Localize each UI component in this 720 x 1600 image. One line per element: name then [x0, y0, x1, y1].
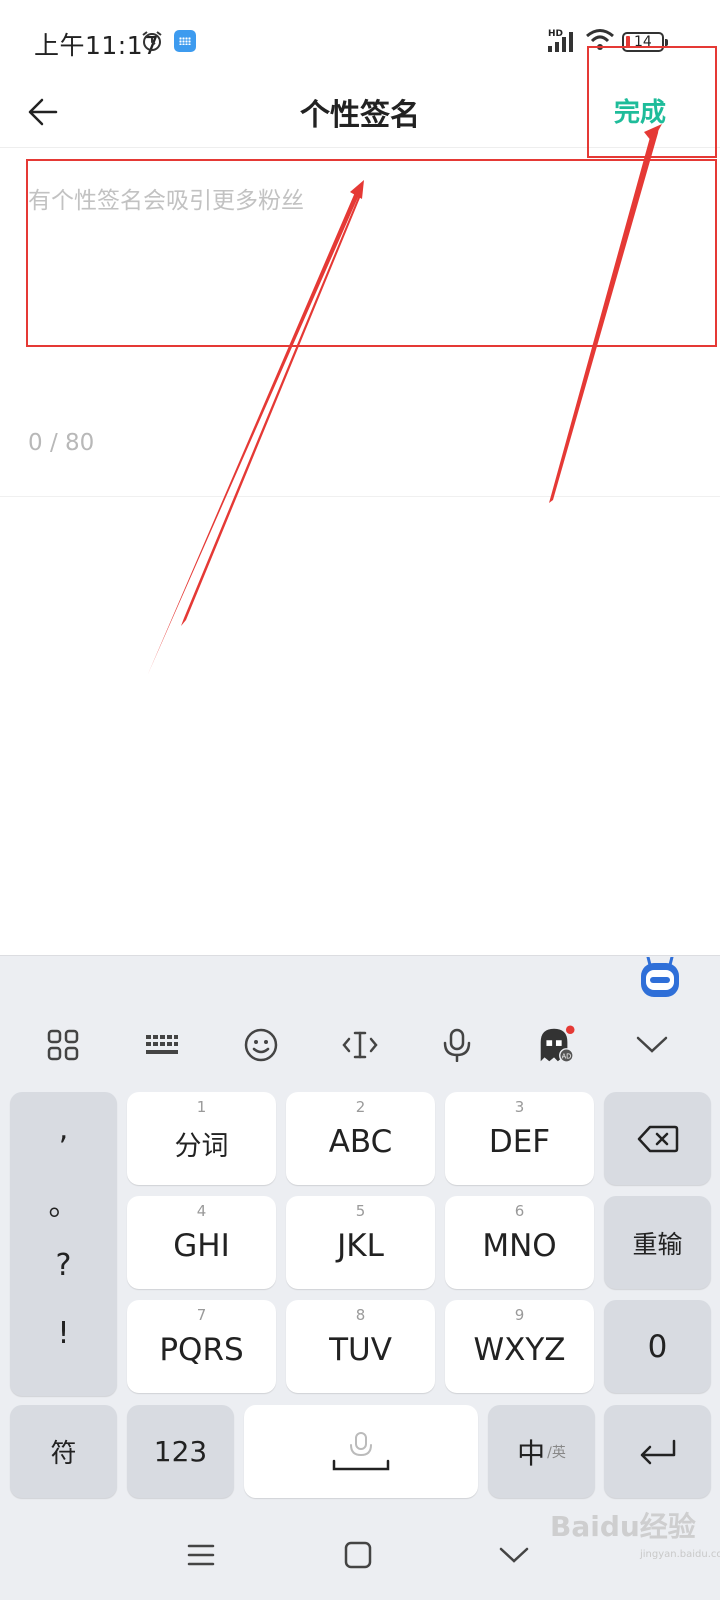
key-number: 9	[514, 1306, 525, 1324]
svg-text:AD: AD	[562, 1052, 572, 1060]
key-number: 8	[355, 1306, 366, 1324]
key-5[interactable]: 5 JKL	[286, 1196, 435, 1289]
zero-label: 0	[647, 1328, 668, 1365]
key-6[interactable]: 6 MNO	[445, 1196, 594, 1289]
mascot-robot-icon[interactable]	[638, 957, 682, 999]
punct-question: ?	[55, 1248, 72, 1283]
emoji-icon[interactable]	[241, 1025, 281, 1065]
space-key[interactable]	[244, 1405, 478, 1498]
keyboard-icon[interactable]	[142, 1025, 182, 1065]
key-3[interactable]: 3 DEF	[445, 1092, 594, 1185]
grid-icon[interactable]	[43, 1025, 83, 1065]
key-number: 1	[196, 1098, 207, 1116]
back-chevron-icon[interactable]	[494, 1535, 534, 1575]
home-icon[interactable]	[338, 1535, 378, 1575]
key-9[interactable]: 9 WXYZ	[445, 1300, 594, 1393]
key-label: JKL	[337, 1228, 384, 1264]
microphone-icon[interactable]	[437, 1025, 477, 1065]
language-toggle-label: 中/英	[488, 1405, 595, 1498]
annotation-arrow-left	[148, 185, 363, 674]
key-number: 5	[355, 1202, 366, 1220]
annotation-arrows	[148, 124, 662, 674]
punct-exclaim: !	[57, 1316, 70, 1351]
retype-key[interactable]: 重输	[604, 1196, 711, 1289]
backspace-icon	[604, 1092, 711, 1185]
key-label: ABC	[328, 1124, 393, 1160]
punctuation-key[interactable]: , 。 ? !	[10, 1092, 117, 1396]
zero-key[interactable]: 0	[604, 1300, 711, 1393]
key-label: MNO	[482, 1228, 557, 1264]
numbers-label: 123	[153, 1435, 208, 1468]
key-4[interactable]: 4 GHI	[127, 1196, 276, 1289]
key-8[interactable]: 8 TUV	[286, 1300, 435, 1393]
chevron-down-icon[interactable]	[632, 1025, 672, 1065]
enter-icon	[604, 1405, 711, 1498]
punct-period: 。	[48, 1188, 79, 1223]
language-toggle-key[interactable]: 中/英	[488, 1405, 595, 1498]
key-label: PQRS	[159, 1332, 244, 1368]
keyboard-top-divider	[0, 955, 720, 956]
key-label: GHI	[173, 1228, 230, 1264]
menu-icon[interactable]	[181, 1535, 221, 1575]
ghost-ad-icon[interactable]: AD	[535, 1025, 575, 1065]
key-number: 4	[196, 1202, 207, 1220]
key-label: DEF	[488, 1124, 551, 1160]
key-number: 7	[196, 1306, 207, 1324]
key-number: 2	[355, 1098, 366, 1116]
key-7[interactable]: 7 PQRS	[127, 1300, 276, 1393]
key-label: WXYZ	[473, 1332, 566, 1368]
enter-key[interactable]	[604, 1405, 711, 1498]
key-2[interactable]: 2 ABC	[286, 1092, 435, 1185]
annotation-arrow-right	[549, 126, 659, 503]
key-number: 6	[514, 1202, 525, 1220]
retype-label: 重输	[632, 1229, 683, 1259]
symbol-key[interactable]: 符	[10, 1405, 117, 1498]
key-1[interactable]: 1 分词	[127, 1092, 276, 1185]
symbol-label: 符	[50, 1439, 77, 1469]
punct-comma: ,	[58, 1112, 69, 1147]
key-label: 分词	[174, 1131, 229, 1162]
lang-sub: /英	[547, 1444, 566, 1461]
lang-main: 中	[517, 1436, 546, 1470]
numbers-key[interactable]: 123	[127, 1405, 234, 1498]
baidu-watermark-url: jingyan.baidu.com	[640, 1549, 720, 1560]
key-label: TUV	[329, 1332, 392, 1368]
baidu-watermark: Baidu经验	[550, 1510, 696, 1543]
space-mic-icon	[244, 1405, 478, 1498]
key-number: 3	[514, 1098, 525, 1116]
text-cursor-icon[interactable]	[340, 1025, 380, 1065]
backspace-key[interactable]	[604, 1092, 711, 1185]
keyboard: AD , 。 ? ! 1 分词 2 ABC 3 DEF 4 GHI 5 JKL	[0, 955, 720, 1600]
annotation-arrowhead-right	[644, 124, 662, 142]
